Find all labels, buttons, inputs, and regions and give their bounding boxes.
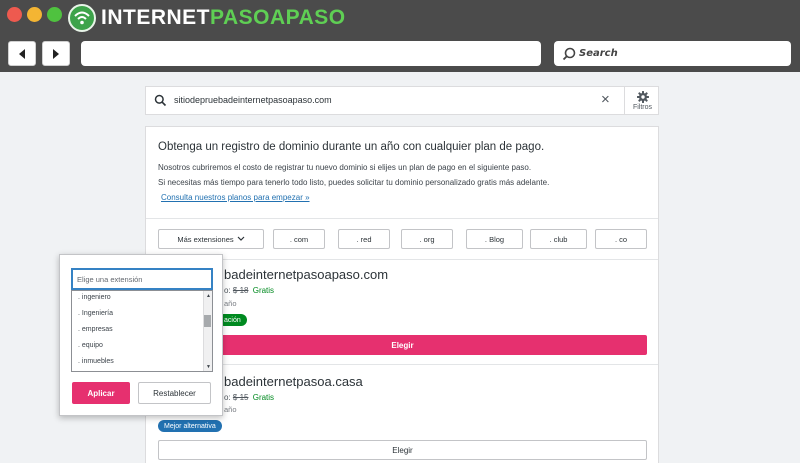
minimize-window-button[interactable] <box>27 7 42 22</box>
browser-titlebar: INTERNETPASOAPASO <box>0 0 800 36</box>
extension-option[interactable]: . ingeniero <box>78 294 111 301</box>
domain-result-name: badeinternetpasoa.casa <box>224 374 363 389</box>
clear-search-icon[interactable]: × <box>601 92 610 108</box>
promo-text-1: Nosotros cubriremos el costo de registra… <box>158 163 532 172</box>
plans-link[interactable]: Consulta nuestros planos para empezar » <box>161 193 310 202</box>
extension-search-input[interactable]: Elige una extensión <box>71 268 213 290</box>
page-viewport: sitiodepruebadeinternetpasoapaso.com × F… <box>0 72 800 463</box>
browser-search-field[interactable]: Search <box>554 41 791 66</box>
extension-list[interactable]: . ingeniero . Ingeniería . empresas . eq… <box>71 290 213 372</box>
tld-filter-com[interactable]: . com <box>273 229 325 249</box>
domain-result-term: año <box>224 299 237 308</box>
promo-text-2: Si necesitas más tiempo para tenerlo tod… <box>158 178 550 187</box>
old-price: $ 15 <box>232 393 249 402</box>
domain-search-input[interactable]: sitiodepruebadeinternetpasoapaso.com <box>174 95 332 105</box>
tld-filter-co[interactable]: . co <box>595 229 647 249</box>
scroll-down-icon[interactable]: ▼ <box>206 364 211 370</box>
free-label: Gratis <box>252 393 275 402</box>
price-prefix: o: <box>224 286 231 295</box>
filters-button[interactable]: Filtros <box>624 87 660 114</box>
extension-list-scrollbar[interactable] <box>203 291 212 371</box>
divider <box>146 218 658 219</box>
chevron-down-icon <box>237 236 245 241</box>
site-logo: INTERNETPASOAPASO <box>68 3 346 33</box>
more-extensions-dropdown[interactable]: Más extensiones <box>158 229 264 249</box>
scrollbar-thumb[interactable] <box>204 315 211 327</box>
domain-result-price: o: $ 18 Gratis <box>224 286 274 295</box>
reset-button[interactable]: Restablecer <box>138 382 211 404</box>
old-price: $ 18 <box>232 286 249 295</box>
back-arrow-icon <box>19 48 25 59</box>
domain-result-price: o: $ 15 Gratis <box>224 393 274 402</box>
best-alternative-badge: Mejor alternativa <box>158 420 222 432</box>
maximize-window-button[interactable] <box>47 7 62 22</box>
filters-label: Filtros <box>632 103 653 111</box>
search-icon <box>154 94 167 107</box>
logo-text-white: INTERNET <box>101 6 210 29</box>
forward-arrow-icon <box>53 48 59 59</box>
wifi-icon <box>68 4 96 32</box>
tld-filter-blog[interactable]: . Blog <box>466 229 523 249</box>
domain-search-bar: sitiodepruebadeinternetpasoapaso.com × F… <box>145 86 659 115</box>
price-prefix: o: <box>224 393 231 402</box>
logo-text-green: PASOAPASO <box>210 6 346 29</box>
domain-result-name: badeinternetpasoapaso.com <box>224 267 389 282</box>
extension-option[interactable]: . empresas <box>78 326 113 333</box>
tld-filter-red[interactable]: . red <box>338 229 390 249</box>
choose-domain-button[interactable]: Elegir <box>158 440 647 460</box>
free-label: Gratis <box>252 286 275 295</box>
extension-option[interactable]: . inmuebles <box>78 358 114 365</box>
tld-filter-org[interactable]: . org <box>401 229 453 249</box>
forward-button[interactable] <box>42 41 70 66</box>
more-extensions-label: Más extensiones <box>177 234 234 244</box>
browser-search-label: Search <box>579 48 618 59</box>
apply-button[interactable]: Aplicar <box>72 382 130 404</box>
choose-domain-button[interactable]: Elegir <box>158 335 647 355</box>
scroll-up-icon[interactable]: ▲ <box>206 293 211 299</box>
extension-picker-popover: Elige una extensión . ingeniero . Ingeni… <box>59 254 223 416</box>
promo-title: Obtenga un registro de dominio durante u… <box>158 141 545 153</box>
search-icon <box>562 47 576 60</box>
browser-toolbar: Search <box>0 36 800 72</box>
address-bar[interactable] <box>81 41 541 66</box>
domain-result-term: año <box>224 405 237 414</box>
extension-option[interactable]: . equipo <box>78 342 103 349</box>
extension-option[interactable]: . Ingeniería <box>78 310 113 317</box>
back-button[interactable] <box>8 41 36 66</box>
close-window-button[interactable] <box>7 7 22 22</box>
tld-filter-club[interactable]: . club <box>530 229 587 249</box>
gear-icon <box>636 90 649 103</box>
